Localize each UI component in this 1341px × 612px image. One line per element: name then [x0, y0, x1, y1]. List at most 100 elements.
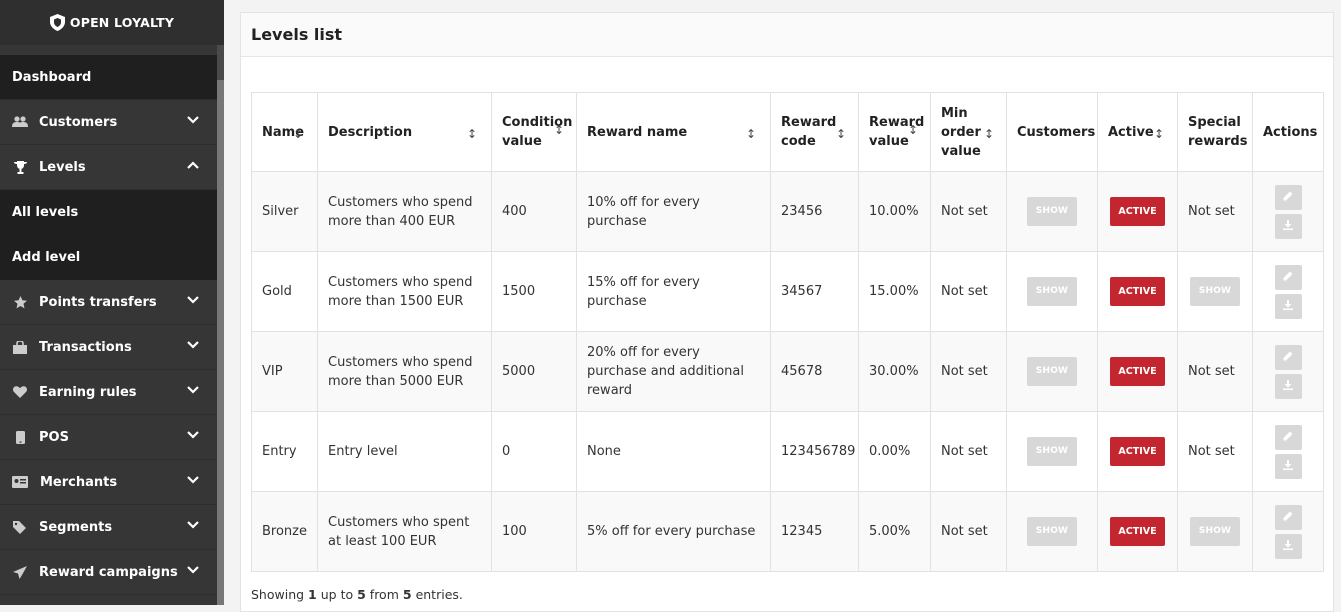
- column-header-description[interactable]: Description ↕: [317, 92, 492, 172]
- special-rewards-show-button[interactable]: SHOW: [1189, 517, 1241, 546]
- column-header-active[interactable]: Active ↕: [1097, 92, 1178, 172]
- sidebar-item-segments[interactable]: Segments: [0, 505, 217, 550]
- active-cell: ACTIVE: [1097, 331, 1178, 412]
- sidebar-item-levels[interactable]: Levels: [0, 145, 217, 190]
- actions-cell: [1252, 171, 1324, 252]
- min-order-value-cell: Not set: [930, 411, 1007, 492]
- download-button[interactable]: [1274, 293, 1302, 319]
- actions-cell: [1252, 411, 1324, 492]
- reward-value-cell: 15.00%: [858, 251, 931, 332]
- id-card-icon: [12, 476, 28, 488]
- table-row: VIP Customers who spend more than 5000 EU…: [251, 331, 1324, 412]
- chevron-down-icon: [187, 341, 199, 349]
- customers-show-button[interactable]: SHOW: [1026, 437, 1078, 466]
- chevron-down-icon: [187, 386, 199, 394]
- description-cell: Customers who spent at least 100 EUR: [317, 491, 492, 572]
- shield-icon: [49, 14, 65, 31]
- sidebar-item-merchants[interactable]: Merchants: [0, 460, 217, 505]
- min-order-value-cell: Not set: [930, 331, 1007, 412]
- customers-cell: SHOW: [1006, 491, 1098, 572]
- sidebar-item-transactions[interactable]: Transactions: [0, 325, 217, 370]
- reward-code-cell: 45678: [770, 331, 859, 412]
- customers-cell: SHOW: [1006, 251, 1098, 332]
- column-header-reward-code[interactable]: Reward code ↕: [770, 92, 859, 172]
- page-title: Levels list: [251, 25, 343, 44]
- sidebar-item-label: POS: [39, 429, 69, 445]
- special-rewards-cell: Not set: [1177, 411, 1253, 492]
- special-rewards-show-button[interactable]: SHOW: [1189, 277, 1241, 306]
- column-header-reward-name[interactable]: Reward name ↕: [576, 92, 771, 172]
- sidebar-subitem-all-levels[interactable]: All levels: [0, 190, 217, 235]
- pencil-icon: [1283, 508, 1293, 527]
- download-icon: [1283, 377, 1293, 396]
- min-order-value-cell: Not set: [930, 171, 1007, 252]
- chevron-down-icon: [187, 296, 199, 304]
- sidebar-item-label: All levels: [12, 205, 79, 220]
- download-icon: [1283, 537, 1293, 556]
- sidebar-subitem-add-level[interactable]: Add level: [0, 235, 217, 280]
- customers-show-button[interactable]: SHOW: [1026, 357, 1078, 386]
- customers-show-button[interactable]: SHOW: [1026, 197, 1078, 226]
- sidebar-scrollbar-thumb[interactable]: [217, 80, 224, 605]
- paper-plane-icon: [12, 565, 28, 579]
- sort-icon: ↕: [745, 127, 756, 141]
- description-cell: Entry level: [317, 411, 492, 492]
- active-status-badge: ACTIVE: [1110, 197, 1165, 226]
- sidebar-item-label: Points transfers: [39, 294, 157, 310]
- users-icon: [12, 116, 28, 128]
- sidebar-item-points-transfers[interactable]: Points transfers: [0, 280, 217, 325]
- sidebar-item-customers[interactable]: Customers: [0, 100, 217, 145]
- download-button[interactable]: [1274, 213, 1302, 239]
- customers-show-button[interactable]: SHOW: [1026, 517, 1078, 546]
- download-button[interactable]: [1274, 533, 1302, 559]
- edit-button[interactable]: [1274, 424, 1302, 450]
- trophy-icon: [12, 160, 28, 174]
- condition-value-cell: 5000: [491, 331, 577, 412]
- sidebar-item-reward-campaigns[interactable]: Reward campaigns: [0, 550, 217, 595]
- active-status-badge: ACTIVE: [1110, 517, 1165, 546]
- chevron-down-icon: [187, 521, 199, 529]
- sidebar-item-label: Add level: [12, 250, 81, 265]
- reward-name-cell: 5% off for every purchase: [576, 491, 771, 572]
- edit-button[interactable]: [1274, 344, 1302, 370]
- special-rewards-cell: SHOW: [1177, 251, 1253, 332]
- min-order-value-cell: Not set: [930, 491, 1007, 572]
- reward-code-cell: 23456: [770, 171, 859, 252]
- download-button[interactable]: [1274, 373, 1302, 399]
- reward-value-cell: 30.00%: [858, 331, 931, 412]
- sidebar-item-earning-rules[interactable]: Earning rules: [0, 370, 217, 415]
- levels-table-wrapper: Name ↕ Description ↕ Condition value ↕ Rewa…: [251, 92, 1324, 572]
- customers-show-button[interactable]: SHOW: [1026, 277, 1078, 306]
- table-row: Silver Customers who spend more than 400 …: [251, 171, 1324, 252]
- condition-value-cell: 0: [491, 411, 577, 492]
- condition-value-cell: 100: [491, 491, 577, 572]
- pencil-icon: [1283, 188, 1293, 207]
- level-name-cell: Silver: [251, 171, 318, 252]
- column-header-reward-value[interactable]: Reward value ↕: [858, 92, 931, 172]
- actions-cell: [1252, 491, 1324, 572]
- sort-icon: ↕: [1153, 127, 1164, 141]
- sidebar-item-dashboard[interactable]: Dashboard: [0, 55, 217, 100]
- download-button[interactable]: [1274, 453, 1302, 479]
- column-header-min-order-value[interactable]: Min order value ↕: [930, 92, 1007, 172]
- chevron-down-icon: [187, 566, 199, 574]
- edit-button[interactable]: [1274, 504, 1302, 530]
- description-cell: Customers who spend more than 5000 EUR: [317, 331, 492, 412]
- active-status-badge: ACTIVE: [1110, 357, 1165, 386]
- levels-submenu: All levels Add level: [0, 190, 217, 280]
- edit-button[interactable]: [1274, 184, 1302, 210]
- description-cell: Customers who spend more than 400 EUR: [317, 171, 492, 252]
- sidebar-item-pos[interactable]: POS: [0, 415, 217, 460]
- column-header-name[interactable]: Name ↕: [251, 92, 318, 172]
- active-status-badge: ACTIVE: [1110, 277, 1165, 306]
- sort-icon: ↕: [835, 127, 846, 141]
- edit-button[interactable]: [1274, 264, 1302, 290]
- column-header-condition-value[interactable]: Condition value ↕: [491, 92, 577, 172]
- level-name-cell: Bronze: [251, 491, 318, 572]
- min-order-value-cell: Not set: [930, 251, 1007, 332]
- special-rewards-cell: Not set: [1177, 171, 1253, 252]
- brand-logo[interactable]: OPEN LOYALTY: [0, 0, 224, 45]
- actions-cell: [1252, 331, 1324, 412]
- reward-value-cell: 10.00%: [858, 171, 931, 252]
- download-icon: [1283, 217, 1293, 236]
